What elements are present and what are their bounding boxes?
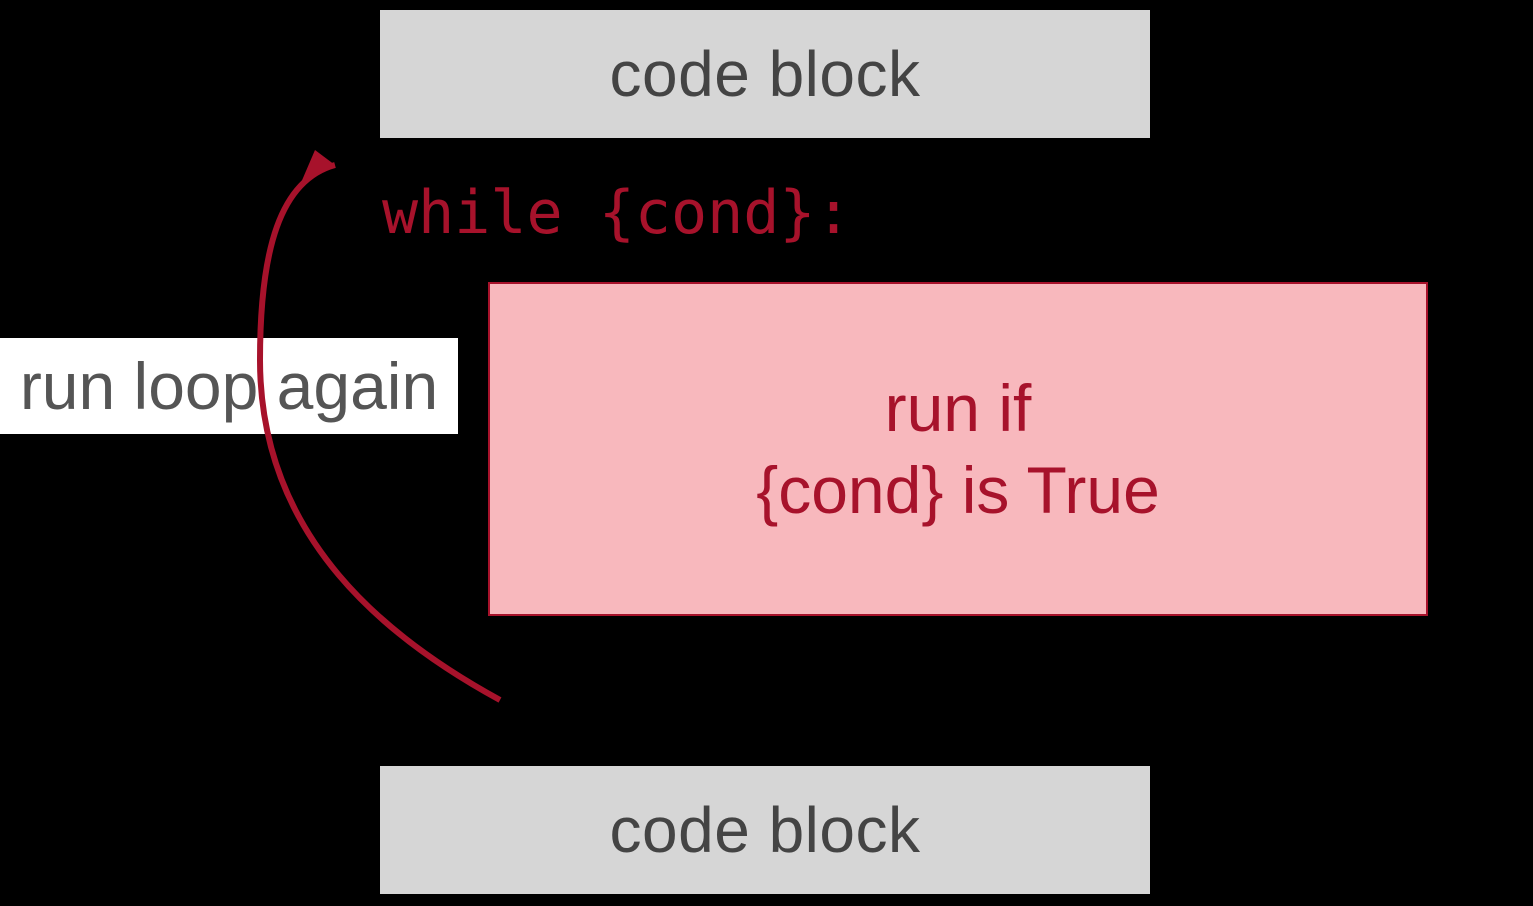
loop-back-arrow [0, 0, 1533, 906]
